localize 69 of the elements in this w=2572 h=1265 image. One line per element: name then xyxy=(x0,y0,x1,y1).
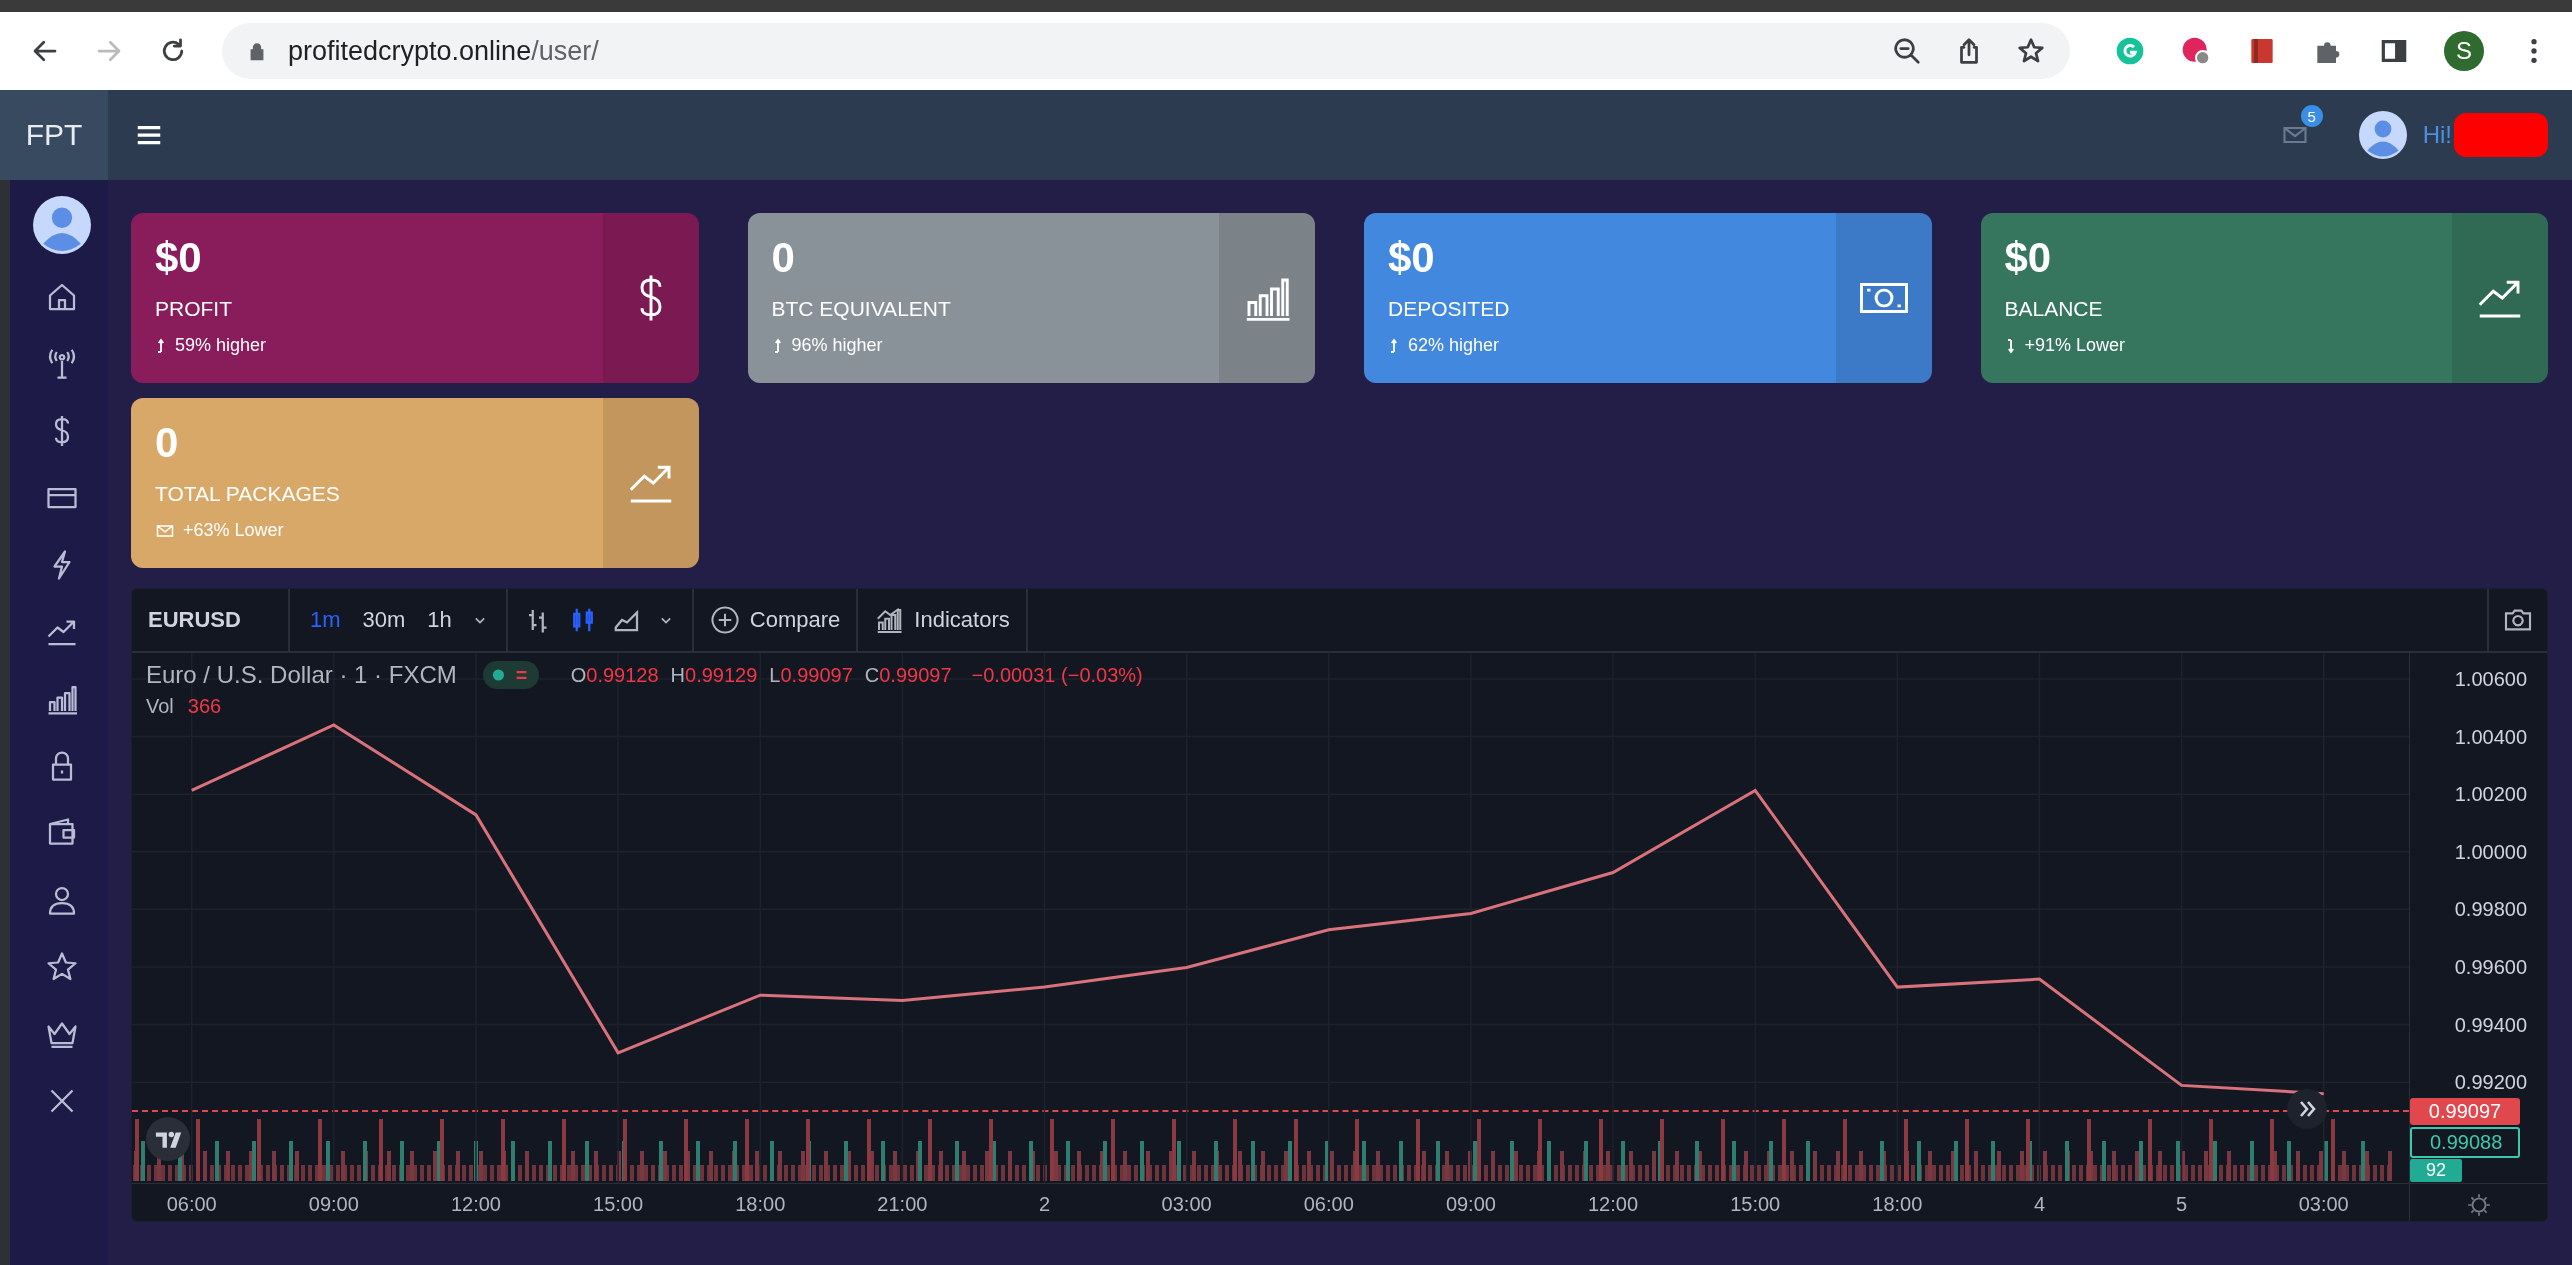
compare-button[interactable]: Compare xyxy=(709,605,841,635)
time-tick: 06:00 xyxy=(1302,1193,1355,1216)
ohlc-value: C0.99097 xyxy=(864,663,952,687)
time-tick: 21:00 xyxy=(876,1193,929,1216)
change-value: −0.00031 (−0.03%) xyxy=(971,663,1143,687)
ohlc-value: H0.99129 xyxy=(670,663,758,687)
scroll-right-icon[interactable] xyxy=(2287,1089,2327,1129)
settings-icon[interactable] xyxy=(2465,1192,2492,1218)
time-tick: 09:00 xyxy=(1444,1193,1497,1216)
time-tick: 18:00 xyxy=(1871,1193,1924,1216)
price-tick: 1.00000 xyxy=(2454,839,2527,865)
zoom-out-icon[interactable] xyxy=(1892,36,1922,66)
price-tag: 0.99097 xyxy=(2410,1097,2520,1125)
trend-text: 59% higher xyxy=(175,335,267,356)
stat-value: $0 xyxy=(1388,233,1436,283)
extension-icon[interactable] xyxy=(2180,35,2212,67)
ohlc-value: O0.99128 xyxy=(570,663,659,687)
interval-button[interactable]: 30m xyxy=(358,607,410,633)
greeting-text: Hi! xyxy=(2422,121,2452,149)
stat-label: DEPOSITED xyxy=(1388,297,1511,321)
symbol-title: Euro / U.S. Dollar · 1 · FXCM xyxy=(146,661,457,689)
time-tick: 15:00 xyxy=(592,1193,645,1216)
time-tick: 2 xyxy=(1037,1193,1052,1216)
price-tick: 1.00600 xyxy=(2454,666,2527,692)
time-tick: 06:00 xyxy=(165,1193,218,1216)
tradingview-logo[interactable] xyxy=(146,1117,190,1161)
ohlc-value: L0.99097 xyxy=(769,663,853,687)
price-tick: 0.99200 xyxy=(2454,1070,2527,1096)
price-tick: 1.00400 xyxy=(2454,724,2527,750)
price-tick: 0.99600 xyxy=(2454,954,2527,980)
stat-value: $0 xyxy=(155,233,203,283)
interval-button[interactable]: 1m xyxy=(306,607,345,633)
address-bar[interactable]: profitedcrypto.online/user/ xyxy=(222,23,2070,79)
time-tick: 12:00 xyxy=(449,1193,502,1216)
profile-avatar[interactable]: S xyxy=(2444,31,2484,71)
avatar-icon[interactable] xyxy=(2358,111,2407,159)
interval-button[interactable]: 1h xyxy=(423,607,456,633)
trend-text: 96% higher xyxy=(791,335,883,356)
stat-value: 0 xyxy=(155,418,180,468)
volume-tag: 92 xyxy=(2410,1159,2463,1182)
notification-badge: 5 xyxy=(2300,105,2323,127)
logo[interactable]: FPT xyxy=(0,90,108,180)
symbol-button[interactable]: EURUSD xyxy=(132,589,290,651)
trend-text: +91% Lower xyxy=(2024,335,2126,356)
stat-label: PROFIT xyxy=(155,297,233,321)
price-tick: 0.99400 xyxy=(2454,1012,2527,1038)
price-tag: 0.99088 xyxy=(2410,1126,2520,1158)
stat-label: TOTAL PACKAGES xyxy=(155,482,341,506)
market-status-icon[interactable] xyxy=(480,661,541,689)
avatar-icon[interactable] xyxy=(33,196,91,254)
price-tick: 1.00200 xyxy=(2454,782,2527,808)
time-tick: 03:00 xyxy=(1160,1193,1213,1216)
trend-text: +63% Lower xyxy=(183,520,284,541)
time-tick: 09:00 xyxy=(307,1193,360,1216)
time-tick: 5 xyxy=(2175,1193,2189,1216)
volume-value: 366 xyxy=(187,695,222,718)
trend-text: 62% higher xyxy=(1408,335,1500,356)
indicators-button[interactable]: Indicators xyxy=(874,605,1010,635)
price-tick: 0.99800 xyxy=(2454,897,2527,923)
stat-label: BALANCE xyxy=(2004,297,2104,321)
time-tick: 15:00 xyxy=(1729,1193,1782,1216)
stat-value: 0 xyxy=(771,233,796,283)
time-tick: 4 xyxy=(2032,1193,2046,1216)
time-tick: 18:00 xyxy=(734,1193,787,1216)
stat-value: $0 xyxy=(2004,233,2053,283)
time-tick: 03:00 xyxy=(2297,1193,2350,1216)
time-tick: 12:00 xyxy=(1587,1193,1640,1216)
stat-label: BTC EQUIVALENT xyxy=(771,297,952,321)
volume-label: Vol xyxy=(146,695,174,718)
